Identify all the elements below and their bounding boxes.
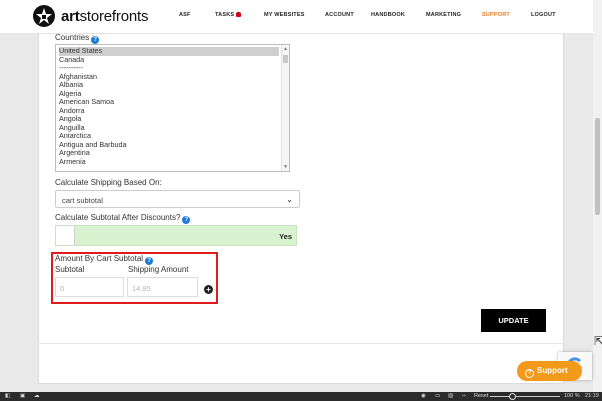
reset-zoom-button[interactable]: Reset bbox=[474, 393, 488, 399]
zoom-slider-knob[interactable] bbox=[509, 393, 516, 400]
mouse-cursor-icon: ⇱ bbox=[594, 334, 602, 348]
bell-icon bbox=[236, 12, 242, 17]
nav-support[interactable]: SUPPORT bbox=[482, 12, 510, 18]
nav-asf[interactable]: ASF bbox=[179, 12, 191, 18]
toggle-knob[interactable] bbox=[56, 226, 75, 245]
shipping-amount-input[interactable]: 14.95 bbox=[127, 277, 198, 297]
country-option[interactable]: Afghanistan bbox=[59, 72, 279, 82]
camera-icon[interactable]: ◉ bbox=[421, 393, 426, 399]
support-button[interactable]: ? Support bbox=[517, 361, 582, 381]
toggle-state: Yes bbox=[279, 232, 292, 241]
image-icon[interactable]: ▨ bbox=[448, 393, 453, 399]
amount-by-subtotal-label: Amount By Cart Subtotal? bbox=[55, 254, 154, 265]
top-navbar: artstorefronts ASF TASKS MY WEBSITES ACC… bbox=[0, 0, 593, 34]
help-icon[interactable]: ? bbox=[145, 257, 154, 265]
zoom-level: 100 % bbox=[564, 393, 580, 399]
help-circle-icon: ? bbox=[525, 369, 534, 378]
taskbar: ◧ ▣ ☁ ◉ ▭ ▨ ‹› Reset 100 % 21:19 bbox=[0, 392, 602, 401]
country-option[interactable]: United States bbox=[59, 46, 279, 56]
country-option[interactable]: Armenia bbox=[59, 157, 279, 167]
nav-marketing[interactable]: MARKETING bbox=[426, 12, 461, 18]
nav-logout[interactable]: LOGOUT bbox=[531, 12, 556, 18]
code-icon[interactable]: ‹› bbox=[462, 393, 466, 399]
divider bbox=[38, 343, 564, 344]
nav-handbook[interactable]: HANDBOOK bbox=[371, 12, 405, 18]
nav-my-websites[interactable]: MY WEBSITES bbox=[264, 12, 305, 18]
country-option[interactable]: Canada bbox=[59, 55, 279, 65]
page-scroll-thumb[interactable] bbox=[595, 118, 600, 215]
discount-toggle[interactable]: Yes bbox=[55, 225, 297, 246]
shipping-amount-column-label: Shipping Amount bbox=[128, 265, 189, 274]
tabs-icon[interactable]: ▣ bbox=[20, 393, 25, 399]
countries-listbox[interactable]: United States Canada ---------- Afghanis… bbox=[55, 44, 290, 172]
brand-name: artstorefronts bbox=[61, 7, 149, 25]
add-row-icon[interactable]: + bbox=[204, 285, 213, 294]
window-icon[interactable]: ▭ bbox=[435, 393, 440, 399]
select-value: cart subtotal bbox=[62, 196, 103, 205]
country-option[interactable]: American Samoa bbox=[59, 97, 279, 107]
country-option[interactable]: Argentina bbox=[59, 148, 279, 158]
zoom-slider[interactable] bbox=[490, 396, 560, 397]
scroll-down-icon[interactable]: ▼ bbox=[283, 164, 288, 170]
help-icon[interactable]: ? bbox=[182, 216, 191, 224]
country-option[interactable]: Anguilla bbox=[59, 123, 279, 133]
cloud-icon[interactable]: ☁ bbox=[34, 393, 40, 399]
country-option[interactable]: Albania bbox=[59, 80, 279, 90]
logo-mark-icon bbox=[33, 5, 55, 27]
listbox-scroll-thumb[interactable] bbox=[283, 55, 288, 63]
shipping-based-select[interactable]: cart subtotal ⌄ bbox=[55, 190, 300, 208]
nav-account[interactable]: ACCOUNT bbox=[325, 12, 354, 18]
countries-label: Countries? bbox=[55, 33, 100, 44]
subtotal-after-label: Calculate Subtotal After Discounts?? bbox=[55, 213, 191, 224]
country-option[interactable]: Antigua and Barbuda bbox=[59, 140, 279, 150]
update-button[interactable]: UPDATE bbox=[481, 309, 546, 332]
nav-tasks[interactable]: TASKS bbox=[215, 12, 242, 18]
shipping-based-label: Calculate Shipping Based On: bbox=[55, 178, 162, 187]
country-option[interactable]: Angola bbox=[59, 114, 279, 124]
brand-logo[interactable]: artstorefronts bbox=[33, 5, 148, 27]
clock: 21:19 bbox=[585, 393, 599, 399]
country-option[interactable]: Andorra bbox=[59, 106, 279, 116]
subtotal-column-label: Subtotal bbox=[55, 265, 85, 274]
scroll-up-icon[interactable]: ▲ bbox=[283, 46, 288, 52]
listbox-scrollbar[interactable]: ▲ ▼ bbox=[281, 45, 289, 171]
chevron-down-icon: ⌄ bbox=[286, 195, 293, 204]
panel-icon[interactable]: ◧ bbox=[5, 393, 10, 399]
subtotal-input[interactable]: 0 bbox=[55, 277, 124, 297]
help-icon[interactable]: ? bbox=[91, 36, 100, 44]
